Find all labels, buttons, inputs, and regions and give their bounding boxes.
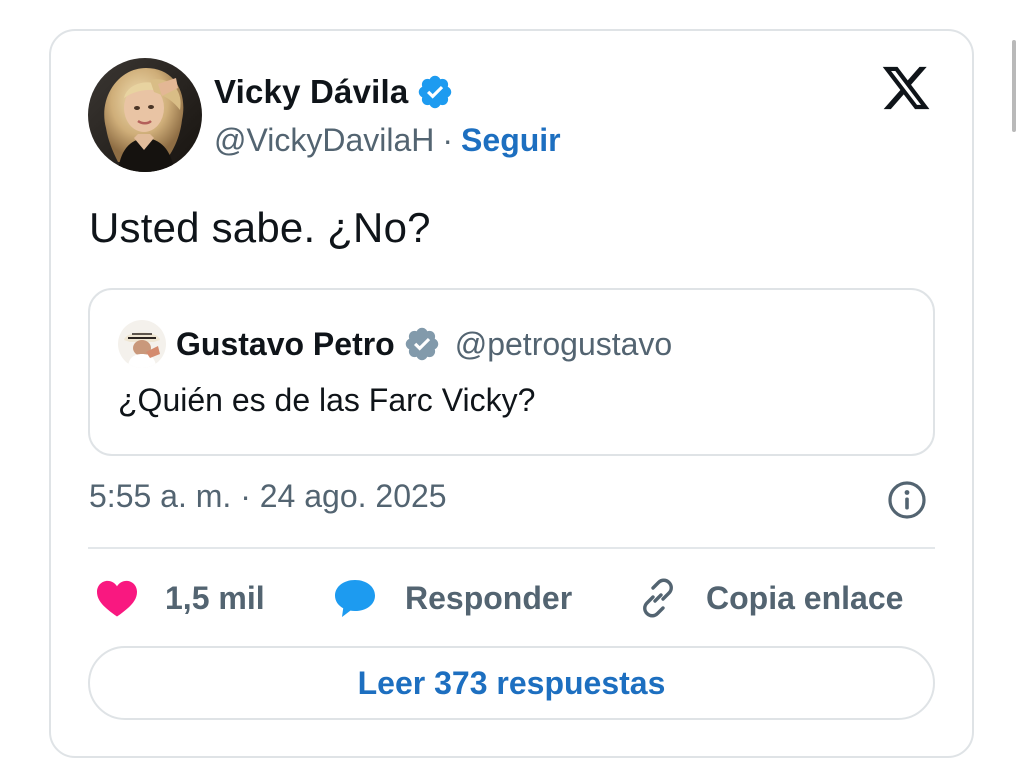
link-icon	[643, 578, 673, 618]
tweet-text: Usted sabe. ¿No?	[89, 204, 431, 251]
reply-label: Responder	[405, 579, 573, 616]
author-handle-row: @VickyDavilaH · Seguir	[214, 118, 561, 162]
speech-bubble-icon	[335, 580, 375, 617]
quoted-tweet-text: ¿Quién es de las Farc Vicky?	[118, 382, 536, 418]
quoted-avatar-photo	[118, 320, 166, 368]
author-handle[interactable]: @VickyDavilaH	[214, 122, 434, 159]
read-replies-label: Leer 373 respuestas	[357, 664, 666, 701]
quoted-tweet[interactable]	[88, 288, 935, 456]
read-replies-button[interactable]: Leer 373 respuestas	[88, 646, 935, 720]
x-logo-icon[interactable]	[878, 62, 934, 114]
verified-badge-icon	[419, 75, 452, 109]
verified-badge-icon	[405, 327, 438, 361]
tweet-embed-page: Vicky Dávila @VickyDavilaH · Seguir Uste…	[0, 0, 1024, 774]
follow-button[interactable]: Seguir	[461, 122, 561, 159]
avatar-photo	[88, 58, 202, 172]
heart-icon	[97, 580, 137, 617]
like-button[interactable]: 1,5 mil	[95, 574, 265, 622]
copy-link-label: Copia enlace	[706, 579, 904, 616]
separator-dot: ·	[442, 121, 454, 158]
author-name-row: Vicky Dávila	[214, 70, 454, 114]
scroll-indicator[interactable]	[1012, 40, 1016, 132]
reply-button[interactable]: Responder	[333, 574, 572, 622]
quoted-author-avatar[interactable]	[118, 320, 166, 368]
quoted-author-handle[interactable]: @petrogustavo	[455, 326, 673, 363]
author-avatar[interactable]	[88, 58, 202, 172]
author-name[interactable]: Vicky Dávila	[214, 73, 408, 111]
like-count: 1,5 mil	[165, 579, 265, 616]
copy-link-button[interactable]: Copia enlace	[636, 574, 903, 622]
tweet-timestamp[interactable]: 5:55 a. m. · 24 ago. 2025	[89, 478, 447, 515]
divider	[88, 547, 935, 549]
info-icon[interactable]	[885, 478, 929, 522]
quoted-author-name[interactable]: Gustavo Petro	[176, 326, 395, 363]
quoted-header: Gustavo Petro @petrogustavo	[176, 322, 672, 366]
